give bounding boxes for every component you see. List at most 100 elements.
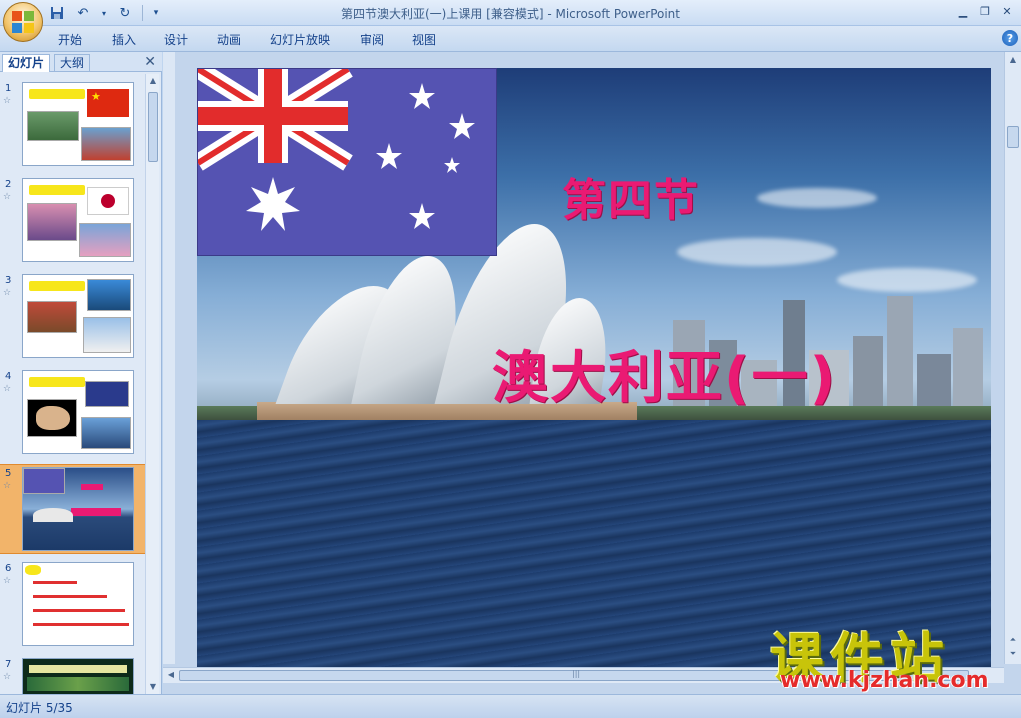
slide-preview [22, 82, 134, 166]
status-bar: 幻灯片 5/35 [0, 694, 1021, 718]
tiananmen-photo [81, 127, 131, 161]
close-icon[interactable]: ✕ [997, 2, 1017, 20]
scroll-thumb[interactable] [148, 92, 158, 162]
editor-margin [163, 52, 175, 664]
tab-review[interactable]: 审阅 [360, 31, 384, 48]
tab-design[interactable]: 设计 [164, 31, 188, 48]
china-flag-image [87, 89, 129, 117]
mount-fuji-photo [79, 223, 131, 257]
tab-home[interactable]: 开始 [58, 31, 82, 48]
animation-star-icon: ☆ [3, 384, 12, 394]
window-title: 第四节澳大利亚(一)上课用 [兼容模式] - Microsoft PowerPo… [340, 7, 680, 21]
animation-star-icon: ☆ [3, 192, 12, 202]
tab-outline[interactable]: 大纲 [54, 54, 91, 72]
animation-star-icon: ☆ [3, 672, 12, 682]
minimize-icon[interactable]: ▁ [953, 2, 973, 20]
preview-text-line [33, 581, 77, 584]
previous-slide-icon[interactable]: ⏶ [1007, 634, 1019, 646]
slide-thumbnail-2[interactable]: 2 ☆ [0, 176, 145, 266]
preview-image-strip [27, 677, 129, 691]
animation-star-icon: ☆ [3, 288, 12, 298]
editor-vertical-scrollbar[interactable]: ▲ ⏶ ⏷ [1004, 52, 1021, 664]
slide-number: 5 [5, 468, 12, 479]
tab-animations[interactable]: 动画 [217, 31, 241, 48]
restore-icon[interactable]: ❐ [975, 2, 995, 20]
current-slide[interactable]: 第四节 澳大利亚(一) [197, 68, 991, 668]
pane-tab-bar: 幻灯片 大纲 ✕ [0, 52, 162, 72]
slide-preview [22, 370, 134, 454]
slide-thumbnail-1[interactable]: 1 ☆ [0, 80, 145, 170]
slide-preview [22, 178, 134, 262]
australia-flag-image [23, 468, 65, 494]
preview-text-line [33, 623, 129, 626]
cloud-shape [677, 238, 837, 266]
scroll-thumb[interactable] [1007, 126, 1019, 148]
preview-title-banner [29, 185, 85, 195]
slide-preview [22, 562, 134, 646]
preview-badge [25, 565, 41, 575]
help-icon[interactable]: ? [1002, 30, 1018, 46]
title-bar: ↶ ▾ ↻ ▾ 第四节澳大利亚(一)上课用 [兼容模式] - Microsoft… [0, 0, 1021, 42]
watermark-url: www.kjzhan.com [780, 668, 989, 693]
slide-preview [22, 274, 134, 358]
slide-thumbnail-list: 1 ☆ 2 ☆ 3 ☆ [0, 74, 145, 694]
tab-insert[interactable]: 插入 [112, 31, 136, 48]
scroll-up-icon[interactable]: ▲ [147, 75, 159, 87]
tab-view[interactable]: 视图 [412, 31, 436, 48]
australia-map-image [27, 399, 77, 437]
slide-thumbnail-4[interactable]: 4 ☆ [0, 368, 145, 458]
close-icon[interactable]: ✕ [144, 54, 156, 70]
kimono-photo [27, 203, 77, 241]
japan-flag-image [87, 187, 129, 215]
opera-house-photo [81, 417, 131, 449]
slide-preview [22, 467, 134, 551]
preview-title-banner [29, 89, 85, 99]
preview-title-banner [29, 281, 85, 291]
preview-text-line [33, 595, 107, 598]
slide-thumbnail-7[interactable]: 7 ☆ [0, 656, 145, 694]
scroll-up-icon[interactable]: ▲ [1007, 54, 1019, 66]
slide-number: 3 [5, 275, 12, 286]
slide-number: 1 [5, 83, 12, 94]
thumbnail-scrollbar[interactable]: ▲ ▼ [145, 74, 159, 694]
office-button[interactable] [3, 2, 43, 42]
beach-photo [87, 279, 131, 311]
slides-pane: 幻灯片 大纲 ✕ 1 ☆ 2 ☆ [0, 52, 162, 694]
office-logo-icon [12, 11, 34, 33]
animation-star-icon: ☆ [3, 576, 12, 586]
australia-flag-image [85, 381, 129, 407]
australia-flag-image [197, 68, 497, 256]
ribbon-tab-bar: 开始 插入 设计 动画 幻灯片放映 审阅 视图 ? [0, 26, 1021, 52]
slide-indicator: 幻灯片 5/35 [6, 701, 73, 715]
slide-number: 2 [5, 179, 12, 190]
cloud-shape [757, 188, 877, 208]
tab-slides[interactable]: 幻灯片 [2, 54, 51, 72]
slide-title[interactable]: 澳大利亚(一) [492, 333, 837, 414]
slide-editor: 第四节 澳大利亚(一) [163, 52, 1021, 694]
scroll-down-icon[interactable]: ▼ [147, 681, 159, 693]
cloud-shape [837, 268, 977, 292]
preview-title-banner [29, 665, 127, 673]
animation-star-icon: ☆ [3, 481, 12, 491]
people-photo [27, 301, 77, 333]
slide-thumbnail-5[interactable]: 5 ☆ [0, 464, 145, 554]
slide-number: 6 [5, 563, 12, 574]
preview-title-text [71, 508, 121, 516]
preview-title-banner [29, 377, 85, 387]
animation-star-icon: ☆ [3, 96, 12, 106]
preview-text-line [33, 609, 125, 612]
slide-preview [22, 658, 134, 694]
slide-number: 7 [5, 659, 12, 670]
window-controls: ▁ ❐ ✕ [953, 2, 1017, 20]
slide-number: 4 [5, 371, 12, 382]
next-slide-icon[interactable]: ⏷ [1007, 648, 1019, 660]
slide-heading[interactable]: 第四节 [562, 164, 700, 228]
tab-slide-show[interactable]: 幻灯片放映 [270, 31, 330, 48]
great-wall-photo [27, 111, 79, 141]
scroll-left-icon[interactable]: ◀ [165, 669, 177, 681]
preview-heading-text [81, 484, 103, 490]
slide-thumbnail-6[interactable]: 6 ☆ [0, 560, 145, 650]
building-shape [887, 296, 913, 420]
slide-thumbnail-3[interactable]: 3 ☆ [0, 272, 145, 362]
grip-icon: ||| [572, 669, 581, 678]
